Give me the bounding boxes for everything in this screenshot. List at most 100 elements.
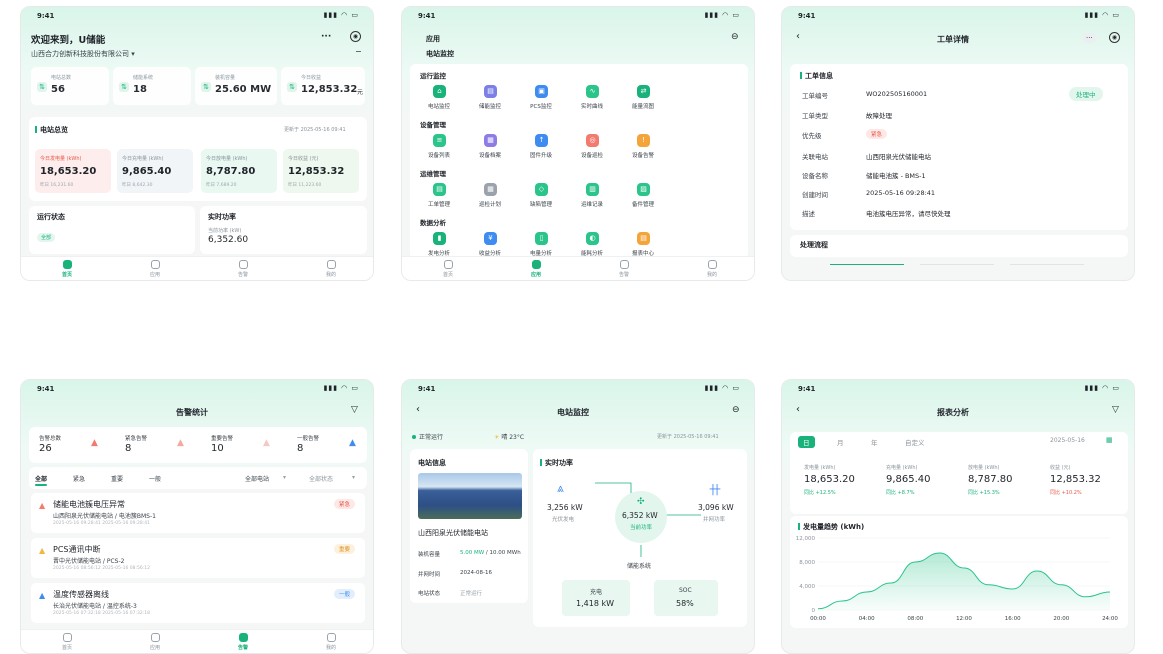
target-icon[interactable]: ◉: [350, 31, 361, 42]
list-icon[interactable]: ≡: [433, 134, 446, 147]
energy-icon[interactable]: ▯: [535, 232, 548, 245]
tab-1[interactable]: 应用: [516, 260, 556, 278]
archive-icon[interactable]: ▦: [484, 134, 497, 147]
kpi-income[interactable]: 今日收益 (元) 12,853.32 昨日 11,223.60: [283, 149, 359, 193]
defect-icon[interactable]: ◇: [535, 183, 548, 196]
period-tab-3[interactable]: 自定义: [900, 436, 930, 448]
section-title: 运维管理: [420, 170, 446, 178]
settings-icon[interactable]: ⊖: [732, 405, 740, 415]
alarm-icon: ▲: [39, 501, 46, 510]
plan-icon[interactable]: ▦: [484, 183, 497, 196]
signal-wifi-battery-icon: ▮▮▮ ◠ ▭: [323, 11, 359, 19]
app-label: 巡检计划: [478, 202, 501, 208]
record-icon[interactable]: ▥: [586, 183, 599, 196]
center-power-label: 当前功率: [630, 525, 653, 531]
filter-tab-3[interactable]: 一般: [149, 474, 161, 483]
target-icon[interactable]: ◉: [1109, 32, 1120, 43]
alarm-item[interactable]: ▲ 温度传感器离线 长治光伏储能电站 / 温控系统-3 2025-05-16 07:3…: [31, 583, 365, 623]
filter-icon[interactable]: ▽: [351, 405, 358, 415]
alarm-icon[interactable]: !: [637, 134, 650, 147]
tab-bar: 首页 应用 告警 我的: [402, 256, 754, 280]
soc-box[interactable]: [654, 580, 718, 616]
app-label: 缺陷管理: [529, 202, 552, 208]
period-tab-1[interactable]: 月: [832, 436, 849, 448]
tab-0[interactable]: 首页: [47, 260, 87, 278]
app-label: 设备巡检: [580, 153, 603, 159]
soc-value: 58%: [676, 599, 694, 608]
tab-2[interactable]: 告警: [223, 260, 263, 278]
flow-icon[interactable]: ⇄: [637, 85, 650, 98]
report-stat-value: 18,653.20: [804, 474, 855, 485]
kpi-charge[interactable]: 今日充电量 (kWh) 9,865.40 昨日 8,642.30: [117, 149, 193, 193]
flow-card: [790, 235, 1128, 257]
more-button[interactable]: ···: [321, 32, 331, 42]
battery-icon[interactable]: ▤: [484, 85, 497, 98]
filter-icon[interactable]: ▽: [1112, 405, 1119, 415]
report-icon[interactable]: ▤: [637, 232, 650, 245]
collapse-button[interactable]: −: [355, 47, 362, 56]
report-stat-value: 12,853.32: [1050, 474, 1101, 485]
spare-icon[interactable]: ▨: [637, 183, 650, 196]
period-tab-0[interactable]: 日: [798, 436, 815, 448]
consume-icon[interactable]: ◐: [586, 232, 599, 245]
home-icon[interactable]: ⌂: [433, 85, 446, 98]
y-tick: 8,000: [799, 560, 815, 566]
upgrade-icon[interactable]: ↑: [535, 134, 548, 147]
device-name: 储能电池簇 - BMS-1: [866, 172, 926, 180]
tab-label: 应用: [530, 272, 541, 278]
app-label: 收益分析: [478, 251, 501, 257]
tab-1[interactable]: 应用: [135, 260, 175, 278]
app-label: 储能监控: [478, 104, 501, 110]
tab-0[interactable]: 首页: [47, 633, 87, 651]
y-tick: 12,000: [796, 536, 816, 542]
pcs-icon[interactable]: ▣: [535, 85, 548, 98]
alarm-source: 长治光伏储能电站 / 温控系统-3: [53, 603, 137, 610]
company-selector[interactable]: 山西合力创新科技股份有限公司 ▾: [31, 49, 135, 59]
order-icon[interactable]: ▤: [433, 183, 446, 196]
row-label: 创建时间: [802, 191, 828, 199]
station-name: 山西阳泉光伏储能电站: [418, 529, 488, 537]
status-bar: 9:41 ▮▮▮ ◠ ▭: [37, 384, 359, 393]
tab-0[interactable]: 首页: [428, 260, 468, 278]
status-select[interactable]: 全部状态: [309, 474, 333, 483]
tab-label: 应用: [149, 645, 160, 651]
back-icon[interactable]: ‹: [796, 404, 800, 415]
alarm-stat-label: 一般告警: [297, 436, 320, 442]
calendar-icon[interactable]: ▦: [1106, 436, 1113, 444]
order-type: 故障处理: [866, 112, 892, 120]
gen-icon[interactable]: ▮: [433, 232, 446, 245]
more-button[interactable]: ···: [1082, 33, 1097, 43]
kpi-generation[interactable]: 今日发电量 (kWh) 18,653.20 昨日 16,231.60: [35, 149, 111, 193]
report-stat-value: 9,865.40: [886, 474, 931, 485]
station-photo: [418, 473, 522, 519]
x-tick: 08:00: [907, 616, 923, 622]
tab-1[interactable]: 应用: [135, 633, 175, 651]
order-number: WO202505160001: [866, 90, 928, 98]
date-picker[interactable]: 2025-05-16: [1050, 437, 1085, 444]
app-label: 设备档案: [478, 153, 501, 159]
back-icon[interactable]: ‹: [796, 31, 800, 42]
tab-2[interactable]: 告警: [223, 633, 263, 651]
period-tab-2[interactable]: 年: [866, 436, 883, 448]
tab-3[interactable]: 我的: [692, 260, 732, 278]
run-status-chip[interactable]: 全部: [37, 233, 56, 242]
filter-tab-1[interactable]: 紧急: [73, 474, 85, 483]
alarm-title: 温度传感器离线: [53, 590, 109, 599]
kpi-discharge[interactable]: 今日放电量 (kWh) 8,787.80 昨日 7,689.20: [201, 149, 277, 193]
back-icon[interactable]: ‹: [416, 404, 420, 415]
tab-2[interactable]: 告警: [604, 260, 644, 278]
filter-tab-0[interactable]: 全部: [35, 474, 47, 483]
alarm-item[interactable]: ▲ 储能电池簇电压异常 山西阳泉光伏储能电站 / 电池簇BMS-1 2025-05-1…: [31, 493, 365, 533]
tab-label: 首页: [61, 645, 72, 651]
inspect-icon[interactable]: ◎: [586, 134, 599, 147]
curve-icon[interactable]: ∿: [586, 85, 599, 98]
filter-tab-2[interactable]: 重要: [111, 474, 123, 483]
report-title: 报表分析: [937, 408, 969, 417]
station-select[interactable]: 全部电站: [245, 474, 269, 483]
tab-3[interactable]: 我的: [311, 633, 351, 651]
alarm-item[interactable]: ▲ PCS通讯中断 晋中光伏储能电站 / PCS-2 2025-05-16 08:56…: [31, 538, 365, 578]
charge-box[interactable]: [562, 580, 630, 616]
tab-3[interactable]: 我的: [311, 260, 351, 278]
income-icon[interactable]: ¥: [484, 232, 497, 245]
settings-icon[interactable]: ⊖: [731, 32, 739, 42]
